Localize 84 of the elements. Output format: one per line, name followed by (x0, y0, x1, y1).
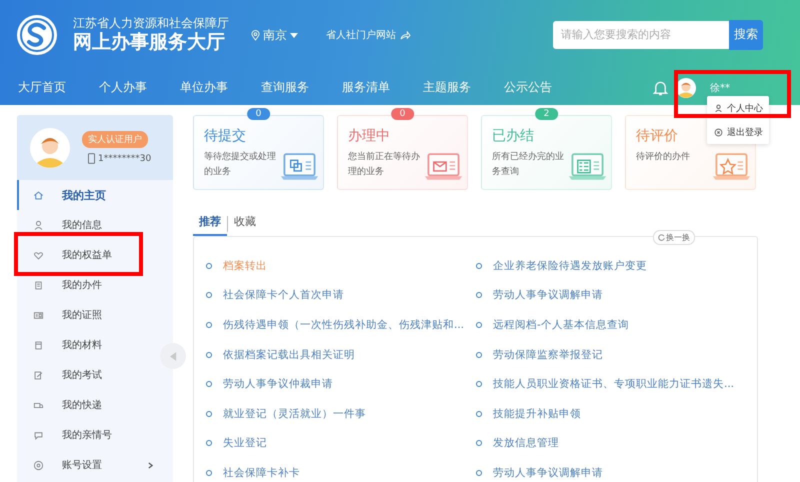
sidebar-item[interactable]: 我的证照 (17, 300, 155, 330)
service-link[interactable]: 技能提升补贴申领 (476, 398, 756, 429)
nav-link[interactable]: 个人办事 (99, 79, 180, 96)
count-badge: 2 (534, 108, 558, 120)
city-selector[interactable]: 南京 (251, 26, 298, 44)
clipboard-icon (33, 340, 44, 350)
count-badge: 0 (246, 108, 270, 120)
service-link[interactable]: 劳动人事争议调解申请 (476, 280, 756, 310)
count-badge: 0 (390, 108, 414, 120)
phone-number: 1********30 (98, 154, 152, 164)
laptop-icon (568, 151, 607, 182)
card-title: 待提交 (204, 127, 247, 145)
sidebar-item[interactable]: 我的主页 (17, 180, 155, 210)
card-description: 等待您提交或处理的业务 (204, 150, 277, 180)
sidebar-item[interactable]: 我的权益单 (17, 240, 155, 270)
service-link[interactable]: 企业养老保险待遇发放账户变更 (476, 251, 756, 281)
service-link[interactable]: 劳动人事争议仲裁申请 (206, 369, 476, 399)
organization-name: 江苏省人力资源和社会保障厅 (73, 16, 229, 31)
collapse-button[interactable] (160, 343, 186, 369)
sidebar-item[interactable]: 我的快递 (17, 390, 155, 420)
card-title: 已办结 (492, 127, 535, 145)
logo-icon (15, 13, 59, 57)
sidebar-item[interactable]: 我的考试 (17, 360, 155, 390)
phone-icon (88, 153, 95, 164)
card-description: 所有已经办完的业务查询 (492, 150, 565, 180)
nav-link[interactable]: 查询服务 (261, 79, 342, 96)
service-link[interactable]: 社会保障卡个人首次申请 (206, 280, 476, 310)
tab[interactable]: 收藏 (227, 216, 262, 233)
service-link[interactable]: 远程阅档-个人基本信息查询 (476, 310, 756, 340)
service-link[interactable]: 失业登记 (206, 428, 476, 458)
left-triangle-icon (170, 352, 176, 360)
share-arrow-icon (400, 30, 411, 40)
status-card[interactable]: 待提交 等待您提交或处理的业务 (193, 115, 324, 190)
nav-link[interactable]: 服务清单 (342, 79, 423, 96)
laptop-icon (280, 151, 319, 182)
status-card[interactable]: 已办结 所有已经办完的业务查询 (481, 115, 612, 190)
id-card-icon (33, 310, 44, 320)
site-title: 网上办事服务大厅 (73, 30, 226, 54)
refresh-icon (658, 234, 665, 241)
home-icon (33, 190, 44, 200)
sidebar-item[interactable]: 我的亲情号 (17, 420, 155, 450)
service-link[interactable]: 发放信息管理 (476, 428, 756, 458)
service-link[interactable]: 社会保障卡补卡 (206, 458, 476, 482)
gear-icon (33, 460, 44, 470)
service-link[interactable]: 依据档案记载出具相关证明 (206, 340, 476, 370)
laptop-icon (712, 151, 751, 182)
laptop-icon (424, 151, 463, 182)
person-icon (33, 220, 44, 230)
card-description: 您当前正在等待办理的业务 (348, 150, 421, 180)
caret-icon (290, 32, 298, 38)
edit-icon (33, 370, 44, 380)
nav-link[interactable]: 大厅首页 (18, 79, 99, 96)
person-icon (714, 104, 723, 112)
sidebar-item[interactable]: 账号设置 (17, 450, 155, 480)
refresh-button[interactable]: 换一换 (653, 230, 695, 245)
user-name[interactable]: 徐** (710, 80, 730, 94)
search-button[interactable]: 搜索 (729, 20, 763, 50)
avatar-icon[interactable] (676, 78, 696, 98)
service-link[interactable]: 劳动人事争议调解申请 (476, 458, 756, 482)
bell-icon[interactable] (653, 78, 668, 96)
document-icon (33, 280, 44, 290)
verified-badge: 实人认证用户 (82, 131, 148, 148)
heart-icon (33, 250, 44, 260)
nav-link[interactable]: 主题服务 (423, 79, 504, 96)
card-title: 待评价 (636, 127, 679, 145)
sidebar-item[interactable]: 我的信息 (17, 210, 155, 240)
card-description: 待评价的办件 (636, 150, 691, 164)
nav-link[interactable]: 单位办事 (180, 79, 261, 96)
tab[interactable]: 推荐 (193, 214, 227, 236)
portal-link[interactable]: 省人社门户网站 (326, 28, 411, 42)
chat-icon (33, 430, 44, 440)
location-pin-icon (251, 30, 260, 40)
card-title: 办理中 (348, 127, 391, 145)
service-link[interactable]: 伤残待遇申领（一次性伤残补助金、伤残津贴和... (206, 310, 476, 340)
search-field[interactable]: 请输入您要搜索的内容 (553, 20, 729, 48)
nav-link[interactable]: 公示公告 (504, 79, 585, 96)
service-link[interactable]: 就业登记（灵活就业）一件事 (206, 398, 476, 429)
avatar-icon (30, 128, 70, 168)
sidebar-item[interactable]: 我的材料 (17, 330, 155, 360)
service-link[interactable]: 技能人员职业资格证书、专项职业能力证书遗失... (476, 369, 756, 399)
service-link[interactable]: 劳动保障监察举报登记 (476, 340, 756, 370)
sidebar-item[interactable]: 我的办件 (17, 270, 155, 300)
service-link[interactable]: 档案转出 (206, 251, 476, 281)
status-card[interactable]: 办理中 您当前正在等待办理的业务 (337, 115, 468, 190)
